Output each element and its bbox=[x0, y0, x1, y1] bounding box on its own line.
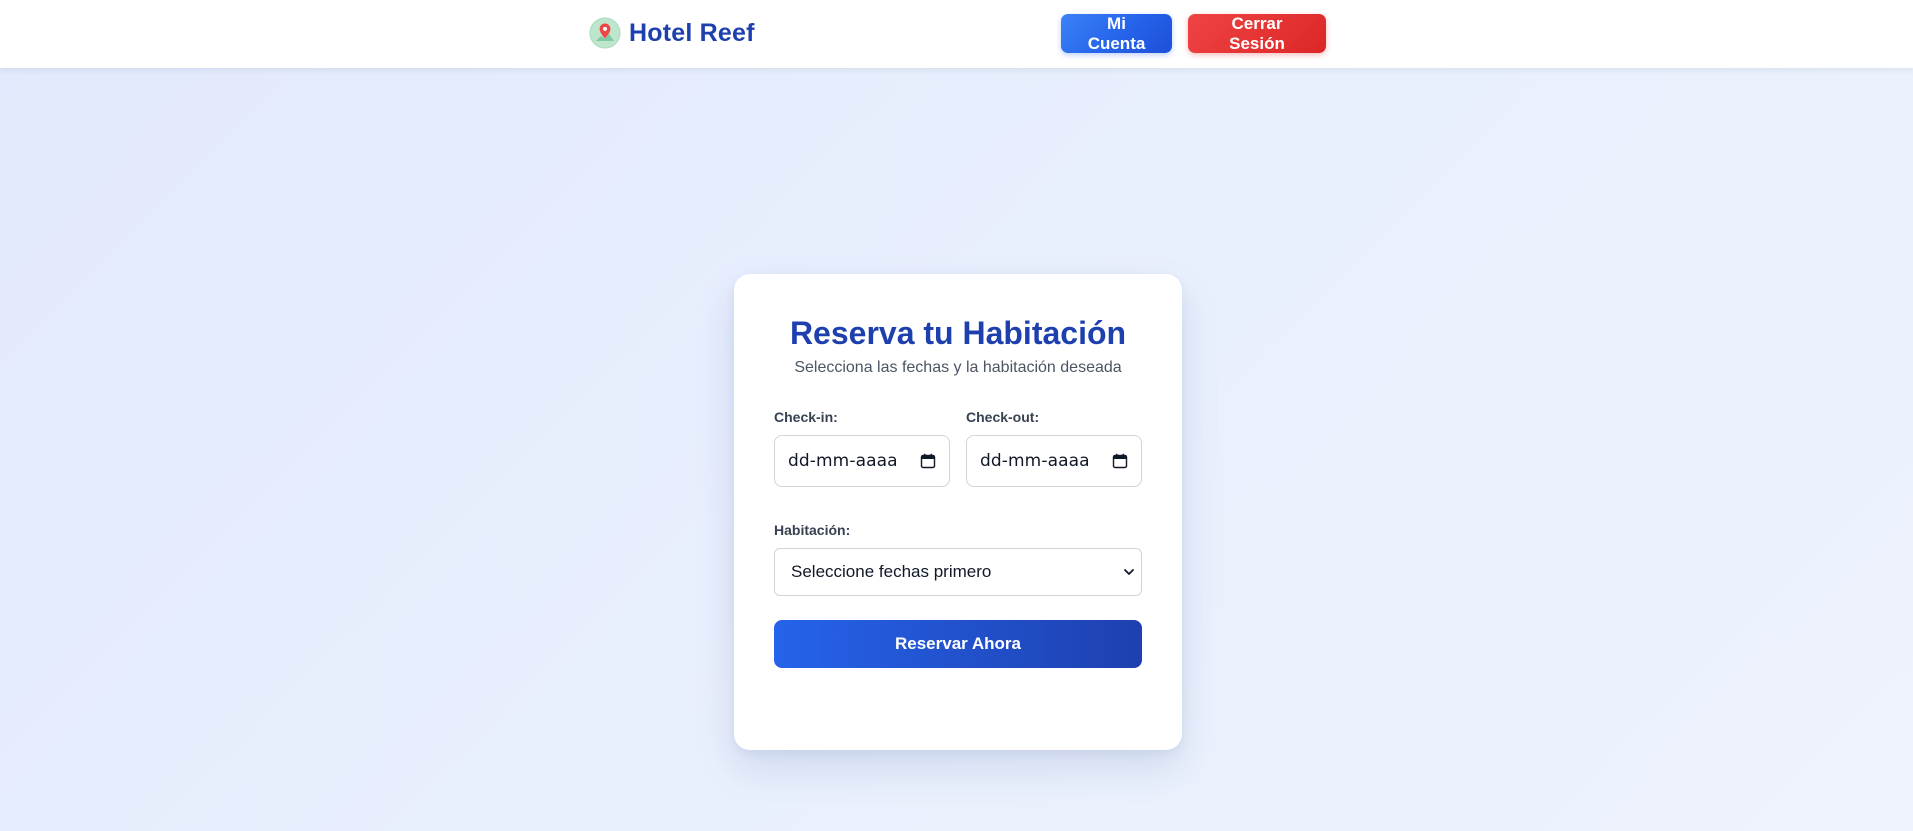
page-title: Reserva tu Habitación bbox=[789, 315, 1127, 351]
brand-name: Hotel Reef bbox=[629, 18, 755, 47]
checkin-field: Check-in: dd-mm-aaaa bbox=[774, 408, 950, 487]
my-account-button[interactable]: Mi Cuenta bbox=[1061, 14, 1172, 53]
checkout-label: Check-out: bbox=[966, 409, 1040, 425]
book-now-button[interactable]: Reservar Ahora bbox=[774, 620, 1142, 668]
map-pin-icon bbox=[589, 17, 621, 49]
checkin-date-input[interactable]: dd-mm-aaaa bbox=[774, 435, 950, 487]
checkin-date-value: dd-mm-aaaa bbox=[788, 451, 898, 471]
brand[interactable]: Hotel Reef bbox=[589, 16, 755, 50]
chevron-down-icon bbox=[1124, 569, 1134, 575]
checkout-date-input[interactable]: dd-mm-aaaa bbox=[966, 435, 1142, 487]
page-subtitle: Selecciona las fechas y la habitación de… bbox=[794, 359, 1122, 376]
nav-actions: Mi Cuenta Cerrar Sesión bbox=[1061, 14, 1326, 53]
calendar-icon[interactable] bbox=[920, 453, 936, 469]
checkout-field: Check-out: dd-mm-aaaa bbox=[966, 408, 1142, 487]
room-label: Habitación: bbox=[774, 522, 851, 538]
room-select-value: Seleccione fechas primero bbox=[791, 562, 992, 581]
logout-button[interactable]: Cerrar Sesión bbox=[1188, 14, 1326, 53]
date-row: Check-in: dd-mm-aaaa Check-out: dd-mm-aa… bbox=[774, 408, 1142, 487]
room-select[interactable]: Seleccione fechas primero bbox=[774, 548, 1142, 596]
checkin-label: Check-in: bbox=[774, 409, 838, 425]
room-field: Habitación: Seleccione fechas primero bbox=[774, 521, 1142, 596]
top-navbar: Hotel Reef Mi Cuenta Cerrar Sesión bbox=[0, 0, 1913, 68]
booking-card: Reserva tu Habitación Selecciona las fec… bbox=[734, 274, 1182, 750]
checkout-date-value: dd-mm-aaaa bbox=[980, 451, 1090, 471]
calendar-icon[interactable] bbox=[1112, 453, 1128, 469]
